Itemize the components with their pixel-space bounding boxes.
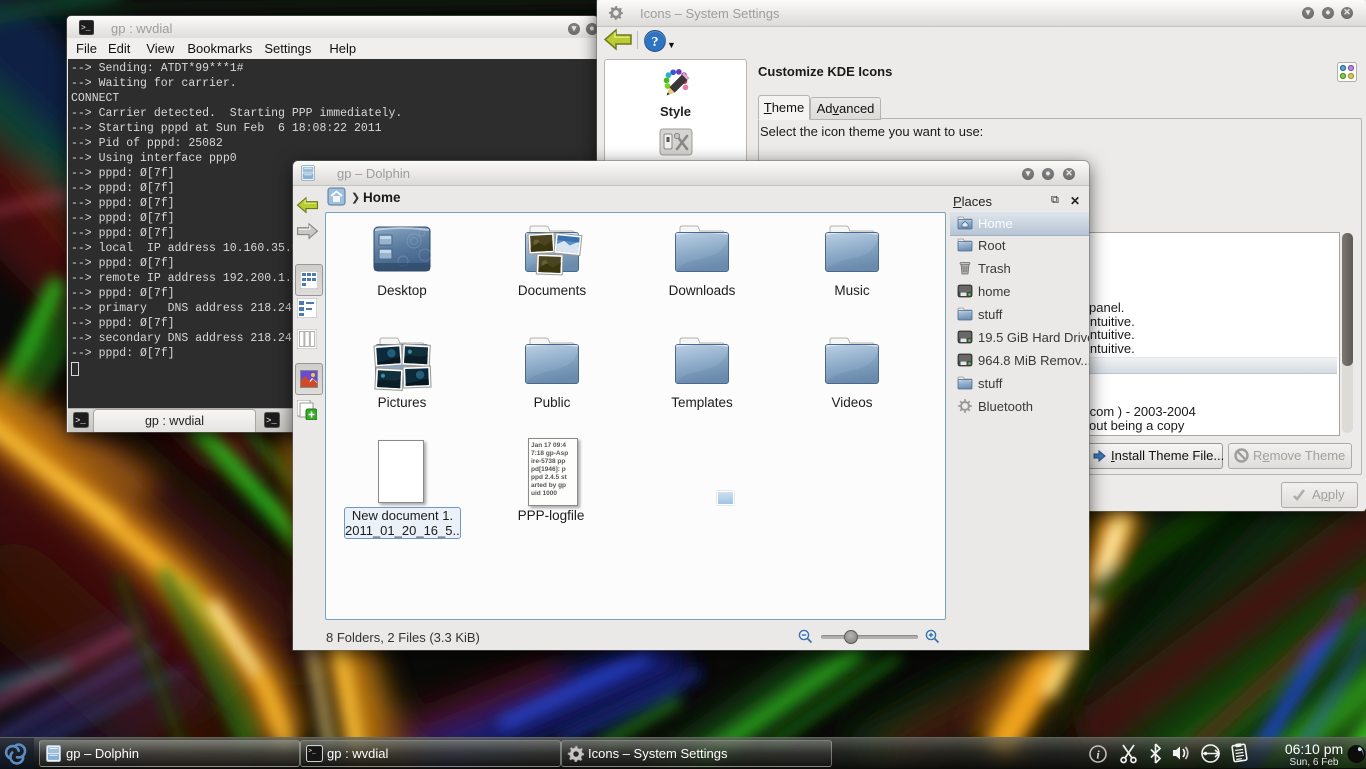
svg-text:>_: >_ — [81, 24, 91, 33]
svg-text:>_: >_ — [308, 747, 316, 754]
svg-text:?: ? — [652, 35, 659, 50]
svg-text:>_: >_ — [266, 416, 277, 426]
svg-text:i: i — [1096, 748, 1100, 762]
svg-text:>_: >_ — [75, 416, 86, 426]
